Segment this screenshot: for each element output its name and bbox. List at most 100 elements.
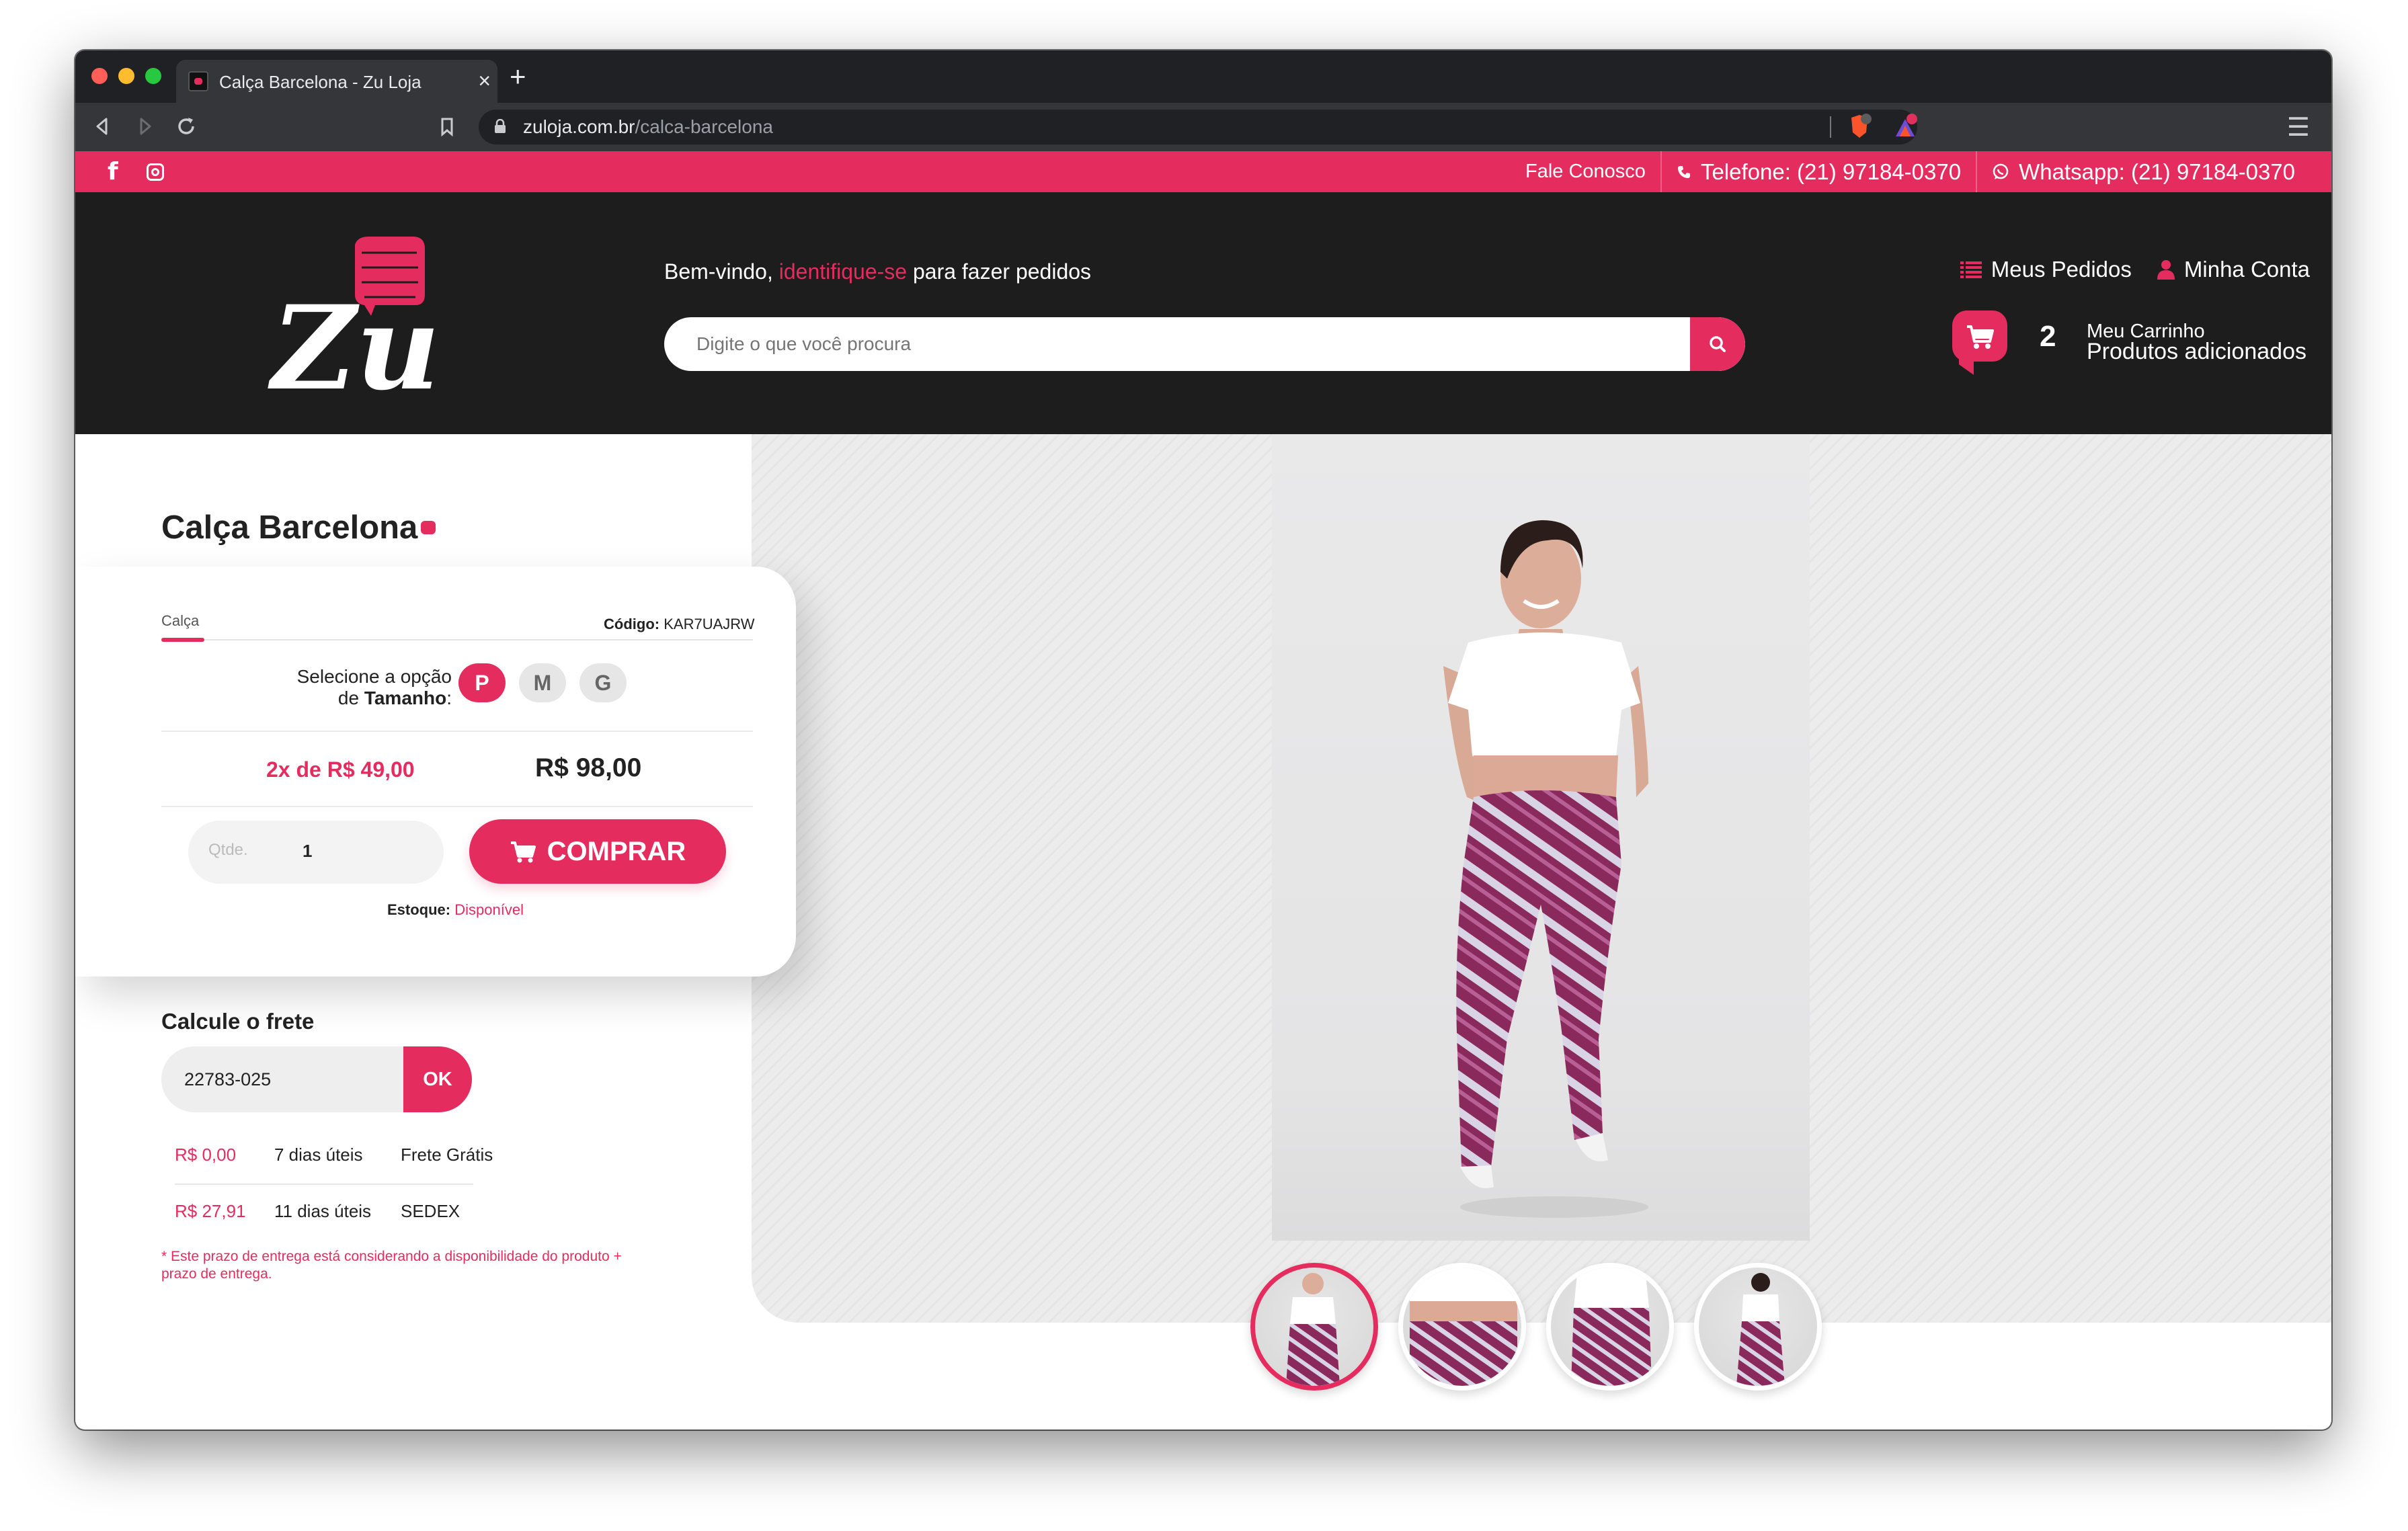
phone-text: Telefone: (21) 97184-0370: [1700, 159, 1962, 184]
cart-icon: [510, 841, 536, 863]
close-window-button[interactable]: [91, 68, 108, 84]
zu-logo[interactable]: Zu: [257, 233, 445, 401]
shipping-method: SEDEX: [401, 1201, 460, 1221]
size-p-button[interactable]: P: [458, 663, 506, 702]
shipping-method: Frete Grátis: [401, 1145, 493, 1165]
whatsapp-text: Whatsapp: (21) 97184-0370: [2019, 159, 2295, 184]
thumbnail-4[interactable]: [1694, 1263, 1822, 1391]
category-divider: [161, 639, 753, 640]
browser-toolbar: zuloja.com.br/calca-barcelona ☰: [75, 103, 2331, 151]
toolbar-divider: [1830, 116, 1831, 138]
shipping-title: Calcule o frete: [161, 1009, 315, 1034]
back-icon[interactable]: [87, 111, 118, 142]
code-value: KAR7UAJRW: [664, 616, 755, 632]
cart-icon: [1967, 325, 1994, 349]
tab-bar: Calça Barcelona - Zu Loja × +: [75, 50, 2331, 103]
svg-text:Zu: Zu: [268, 280, 440, 401]
option-name: Tamanho: [364, 688, 447, 708]
size-m-button[interactable]: M: [519, 663, 566, 702]
welcome-text-end: para fazer pedidos: [907, 259, 1092, 284]
thumbnail-strip: [1250, 1263, 1822, 1391]
quantity-label: Qtde.: [208, 841, 248, 859]
thumbnail-2[interactable]: [1398, 1263, 1526, 1391]
thumbnail-3[interactable]: [1546, 1263, 1674, 1391]
brave-rewards-icon[interactable]: [1893, 114, 1917, 140]
zoom-window-button[interactable]: [145, 68, 161, 84]
cart-widget[interactable]: 2 Meu Carrinho Produtos adicionados: [1952, 311, 2329, 378]
divider: [161, 806, 753, 807]
bookmark-icon[interactable]: [432, 111, 463, 142]
welcome-message: Bem-vindo, identifique-se para fazer ped…: [664, 259, 1091, 284]
browser-window: Calça Barcelona - Zu Loja × + zuloja.com…: [75, 50, 2331, 1430]
close-tab-icon[interactable]: ×: [478, 69, 491, 93]
size-g-button[interactable]: G: [579, 663, 627, 702]
product-price: R$ 98,00: [535, 753, 642, 782]
tab-title: Calça Barcelona - Zu Loja: [219, 72, 422, 92]
my-account-link[interactable]: Minha Conta: [2157, 257, 2310, 282]
my-orders-link[interactable]: Meus Pedidos: [1960, 257, 2132, 282]
whatsapp-link[interactable]: Whatsapp: (21) 97184-0370: [1976, 151, 2310, 192]
phone-icon: [1677, 165, 1690, 178]
thumbnail-1[interactable]: [1250, 1263, 1378, 1391]
user-icon: [2157, 260, 2175, 280]
minimize-window-button[interactable]: [118, 68, 134, 84]
shipping-price: R$ 27,91: [175, 1201, 246, 1221]
lock-icon: [495, 119, 506, 133]
installments: 2x de R$ 49,00: [266, 757, 415, 782]
calculate-shipping-button[interactable]: OK: [403, 1046, 472, 1112]
model-photo: [1443, 520, 1648, 1218]
search-input[interactable]: [664, 317, 1686, 371]
contact-link[interactable]: Fale Conosco: [1511, 151, 1660, 192]
stock-label: Estoque:: [387, 901, 451, 918]
menu-icon[interactable]: ☰: [2287, 112, 2310, 142]
search-icon: [1710, 336, 1726, 352]
category-tab[interactable]: Calça: [161, 612, 199, 630]
search-bar: [664, 317, 1745, 371]
reload-icon[interactable]: [171, 111, 202, 142]
size-option-label: Selecione a opção de Tamanho:: [277, 666, 452, 709]
cart-button[interactable]: [1952, 311, 2007, 362]
buy-label: COMPRAR: [547, 836, 686, 866]
cart-count: 2: [2040, 320, 2056, 353]
facebook-icon[interactable]: f: [108, 158, 118, 185]
shipping-days: 11 dias úteis: [274, 1201, 372, 1221]
my-account-label: Minha Conta: [2183, 257, 2310, 282]
forward-icon[interactable]: [129, 111, 160, 142]
cart-text: Meu Carrinho Produtos adicionados: [2087, 321, 2307, 364]
product-code: Código: KAR7UAJRW: [604, 616, 755, 633]
contact-links: Fale Conosco Telefone: (21) 97184-0370 W…: [1511, 151, 2310, 192]
new-tab-icon[interactable]: +: [510, 63, 526, 91]
welcome-text: Bem-vindo,: [664, 259, 779, 284]
cep-value: 22783-025: [184, 1069, 272, 1089]
option-colon: :: [446, 688, 452, 708]
browser-tab[interactable]: Calça Barcelona - Zu Loja ×: [176, 60, 497, 103]
shipping-days: 7 dias úteis: [274, 1145, 363, 1165]
cep-input[interactable]: 22783-025: [161, 1046, 403, 1112]
instagram-icon[interactable]: [147, 163, 164, 181]
header-links: Meus Pedidos Minha Conta: [1960, 257, 2310, 282]
shipping-note: * Este prazo de entrega está considerand…: [161, 1249, 622, 1282]
search-button[interactable]: [1690, 317, 1745, 371]
phone-link[interactable]: Telefone: (21) 97184-0370: [1660, 151, 1976, 192]
code-label: Código:: [604, 616, 660, 632]
shipping-price: R$ 0,00: [175, 1145, 237, 1165]
product-main-image[interactable]: [1272, 434, 1810, 1241]
zu-favicon-icon: [188, 71, 208, 91]
site-header: Zu Bem-vindo, identifique-se para fazer …: [75, 192, 2331, 434]
cart-subtitle: Produtos adicionados: [2087, 339, 2307, 364]
quantity-value[interactable]: 1: [303, 841, 312, 862]
buy-button[interactable]: COMPRAR: [469, 819, 726, 884]
login-link[interactable]: identifique-se: [779, 259, 907, 284]
my-orders-label: Meus Pedidos: [1991, 257, 2132, 282]
divider: [161, 731, 753, 732]
list-icon: [1960, 261, 1982, 278]
quantity-field[interactable]: Qtde. 1: [188, 821, 444, 884]
title-bubble-icon: [421, 521, 436, 534]
stock-value: Disponível: [454, 901, 524, 918]
category-underline: [161, 638, 204, 642]
address-bar[interactable]: zuloja.com.br/calca-barcelona: [479, 110, 1917, 144]
brave-shield-icon[interactable]: [1847, 114, 1872, 140]
product-title: Calça Barcelona: [161, 509, 418, 546]
url-text: zuloja.com.br/calca-barcelona: [523, 116, 773, 137]
top-contact-bar: f Fale Conosco Telefone: (21) 97184-0370…: [75, 151, 2331, 192]
